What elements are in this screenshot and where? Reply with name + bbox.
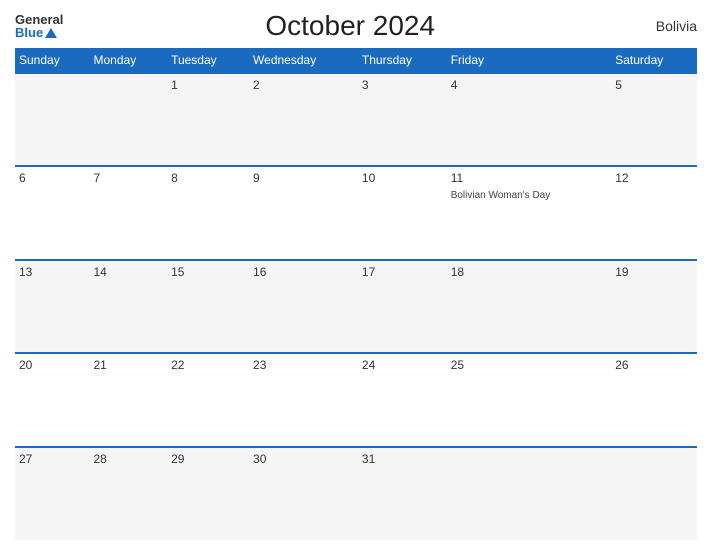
- logo: General Blue: [15, 13, 63, 39]
- day-number: 23: [253, 358, 354, 372]
- day-number: 9: [253, 171, 354, 185]
- calendar-cell: 17: [358, 260, 447, 353]
- calendar-title: October 2024: [63, 10, 637, 42]
- event-label: Bolivian Woman's Day: [451, 190, 551, 201]
- day-number: 25: [451, 358, 608, 372]
- calendar-week-row: 27 28 29 30 31: [15, 447, 697, 540]
- calendar-week-row: 13 14 15 16 17 18 19: [15, 260, 697, 353]
- calendar-cell: 19: [611, 260, 697, 353]
- day-number: 19: [615, 265, 693, 279]
- day-number: 22: [171, 358, 245, 372]
- calendar-cell: 11 Bolivian Woman's Day: [447, 166, 612, 259]
- logo-triangle-icon: [45, 28, 57, 38]
- day-number: 11: [451, 171, 608, 185]
- day-number: 18: [451, 265, 608, 279]
- calendar-cell: 18: [447, 260, 612, 353]
- calendar-cell: 1: [167, 73, 249, 166]
- day-number: 20: [19, 358, 86, 372]
- day-number: 4: [451, 78, 608, 92]
- day-number: 17: [362, 265, 443, 279]
- day-number: 8: [171, 171, 245, 185]
- day-number: 21: [94, 358, 164, 372]
- day-number: 3: [362, 78, 443, 92]
- day-number: 31: [362, 452, 443, 466]
- calendar-cell: 4: [447, 73, 612, 166]
- day-number: 7: [94, 171, 164, 185]
- logo-blue-text: Blue: [15, 26, 63, 39]
- day-number: 14: [94, 265, 164, 279]
- calendar-cell: 30: [249, 447, 358, 540]
- calendar-cell: 13: [15, 260, 90, 353]
- calendar-cell: 31: [358, 447, 447, 540]
- country-label: Bolivia: [637, 18, 697, 34]
- calendar-cell: 28: [90, 447, 168, 540]
- calendar-cell: 23: [249, 353, 358, 446]
- day-header-wednesday: Wednesday: [249, 48, 358, 73]
- day-number: 27: [19, 452, 86, 466]
- calendar-cell: 27: [15, 447, 90, 540]
- day-number: 2: [253, 78, 354, 92]
- calendar-cell: 14: [90, 260, 168, 353]
- calendar-cell: 22: [167, 353, 249, 446]
- calendar-cell: [611, 447, 697, 540]
- calendar-page: General Blue October 2024 Bolivia Sunday…: [0, 0, 712, 550]
- day-number: 10: [362, 171, 443, 185]
- calendar-week-row: 6789 10 11 Bolivian Woman's Day 12: [15, 166, 697, 259]
- calendar-header: General Blue October 2024 Bolivia: [15, 10, 697, 42]
- calendar-cell: [447, 447, 612, 540]
- calendar-cell: 2: [249, 73, 358, 166]
- day-number: 12: [615, 171, 693, 185]
- day-header-thursday: Thursday: [358, 48, 447, 73]
- day-number: 6: [19, 171, 86, 185]
- calendar-header-row: SundayMondayTuesdayWednesdayThursdayFrid…: [15, 48, 697, 73]
- calendar-cell: 12: [611, 166, 697, 259]
- day-number: 16: [253, 265, 354, 279]
- calendar-cell: 3: [358, 73, 447, 166]
- calendar-cell: 21: [90, 353, 168, 446]
- calendar-cell: 15: [167, 260, 249, 353]
- calendar-cell: 8: [167, 166, 249, 259]
- calendar-cell: 10: [358, 166, 447, 259]
- calendar-cell: 26: [611, 353, 697, 446]
- calendar-week-row: 12345: [15, 73, 697, 166]
- calendar-cell: 20: [15, 353, 90, 446]
- calendar-cell: 25: [447, 353, 612, 446]
- day-number: 30: [253, 452, 354, 466]
- calendar-cell: 9: [249, 166, 358, 259]
- day-number: 5: [615, 78, 693, 92]
- calendar-cell: 29: [167, 447, 249, 540]
- day-header-sunday: Sunday: [15, 48, 90, 73]
- day-header-saturday: Saturday: [611, 48, 697, 73]
- day-header-tuesday: Tuesday: [167, 48, 249, 73]
- calendar-cell: 24: [358, 353, 447, 446]
- calendar-cell: 16: [249, 260, 358, 353]
- calendar-table: SundayMondayTuesdayWednesdayThursdayFrid…: [15, 48, 697, 540]
- day-header-monday: Monday: [90, 48, 168, 73]
- day-number: 26: [615, 358, 693, 372]
- day-number: 24: [362, 358, 443, 372]
- day-number: 15: [171, 265, 245, 279]
- calendar-cell: [15, 73, 90, 166]
- day-number: 28: [94, 452, 164, 466]
- calendar-cell: 7: [90, 166, 168, 259]
- calendar-cell: [90, 73, 168, 166]
- day-header-friday: Friday: [447, 48, 612, 73]
- day-number: 1: [171, 78, 245, 92]
- day-number: 29: [171, 452, 245, 466]
- calendar-cell: 6: [15, 166, 90, 259]
- calendar-cell: 5: [611, 73, 697, 166]
- day-number: 13: [19, 265, 86, 279]
- calendar-week-row: 20 21 22 23 24 25 26: [15, 353, 697, 446]
